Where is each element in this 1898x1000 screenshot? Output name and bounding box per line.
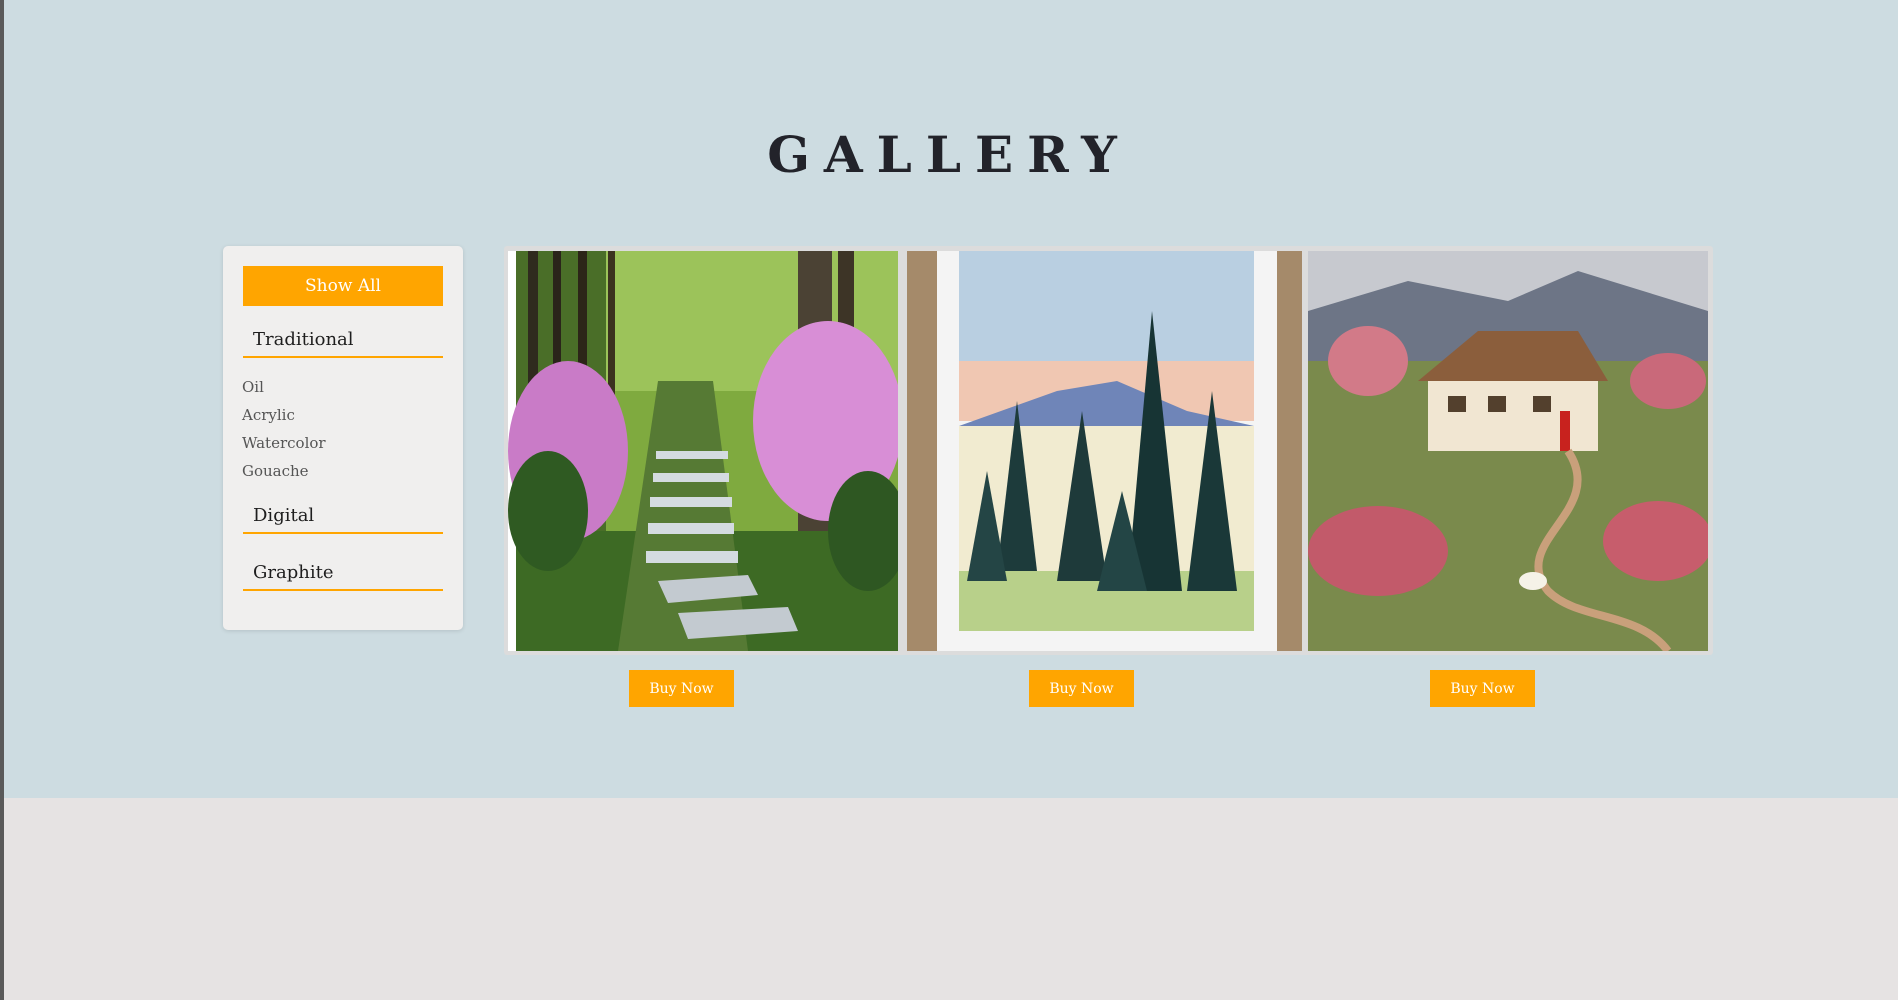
buy-now-button[interactable]: Buy Now: [1029, 670, 1134, 707]
buy-now-button[interactable]: Buy Now: [1430, 670, 1535, 707]
subcategory-acrylic[interactable]: Acrylic: [242, 406, 295, 424]
artwork-forest-path[interactable]: [508, 251, 898, 651]
artwork-mountain-pines[interactable]: [907, 251, 1302, 651]
category-graphite[interactable]: Graphite: [243, 555, 443, 591]
show-all-button[interactable]: Show All: [243, 266, 443, 306]
buy-now-button[interactable]: Buy Now: [629, 670, 734, 707]
subcategory-oil[interactable]: Oil: [242, 378, 264, 396]
page-title: GALLERY: [767, 125, 1131, 184]
category-traditional[interactable]: Traditional: [243, 322, 443, 358]
category-digital[interactable]: Digital: [243, 498, 443, 534]
filter-sidebar: Show All Traditional Oil Acrylic Waterco…: [223, 246, 463, 630]
subcategory-gouache[interactable]: Gouache: [242, 462, 309, 480]
subcategory-watercolor[interactable]: Watercolor: [242, 434, 326, 452]
artwork-cottage-landscape[interactable]: [1308, 251, 1708, 651]
